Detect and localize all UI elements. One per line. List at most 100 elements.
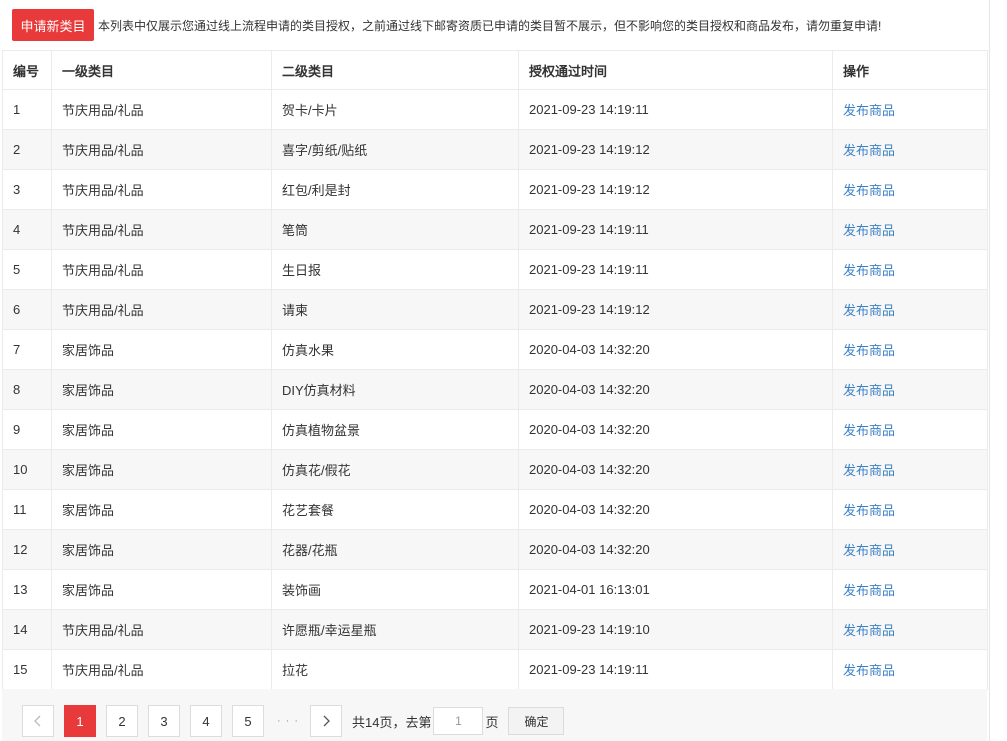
publish-product-link[interactable]: 发布商品	[843, 263, 895, 278]
goto-page-input[interactable]	[433, 707, 484, 735]
cell-level1: 家居饰品	[51, 369, 272, 410]
cell-op: 发布商品	[832, 209, 988, 250]
cell-no: 14	[2, 609, 52, 650]
page-button-3[interactable]: 3	[148, 705, 180, 737]
page-button-5[interactable]: 5	[232, 705, 264, 737]
publish-product-link[interactable]: 发布商品	[843, 503, 895, 518]
cell-level1: 家居饰品	[51, 569, 272, 610]
cell-time: 2020-04-03 14:32:20	[518, 489, 833, 530]
header-level1: 一级类目	[51, 50, 272, 90]
cell-op: 发布商品	[832, 169, 988, 210]
cell-no: 9	[2, 409, 52, 450]
page-button-1[interactable]: 1	[64, 705, 96, 737]
table-row: 10 家居饰品 仿真花/假花 2020-04-03 14:32:20 发布商品	[2, 449, 988, 490]
cell-level2: 笔筒	[271, 209, 519, 250]
header-time: 授权通过时间	[518, 50, 833, 90]
cell-op: 发布商品	[832, 369, 988, 410]
publish-product-link[interactable]: 发布商品	[843, 183, 895, 198]
cell-level1: 家居饰品	[51, 529, 272, 570]
cell-level1: 家居饰品	[51, 409, 272, 450]
publish-product-link[interactable]: 发布商品	[843, 103, 895, 118]
cell-level1: 节庆用品/礼品	[51, 89, 272, 130]
cell-op: 发布商品	[832, 489, 988, 530]
cell-time: 2021-09-23 14:19:12	[518, 289, 833, 330]
cell-level2: 仿真花/假花	[271, 449, 519, 490]
cell-level1: 节庆用品/礼品	[51, 129, 272, 170]
cell-level1: 节庆用品/礼品	[51, 169, 272, 210]
cell-op: 发布商品	[832, 89, 988, 130]
publish-product-link[interactable]: 发布商品	[843, 383, 895, 398]
publish-product-link[interactable]: 发布商品	[843, 343, 895, 358]
cell-no: 1	[2, 89, 52, 130]
publish-product-link[interactable]: 发布商品	[843, 543, 895, 558]
table-row: 4 节庆用品/礼品 笔筒 2021-09-23 14:19:11 发布商品	[2, 209, 988, 250]
apply-new-category-button[interactable]: 申请新类目	[12, 9, 94, 41]
cell-time: 2020-04-03 14:32:20	[518, 409, 833, 450]
cell-time: 2021-09-23 14:19:11	[518, 89, 833, 130]
category-table: 编号 一级类目 二级类目 授权通过时间 操作 1 节庆用品/礼品 贺卡/卡片 2021…	[2, 50, 988, 690]
cell-no: 2	[2, 129, 52, 170]
cell-op: 发布商品	[832, 649, 988, 690]
cell-time: 2020-04-03 14:32:20	[518, 529, 833, 570]
cell-op: 发布商品	[832, 609, 988, 650]
chevron-right-icon	[323, 715, 330, 727]
prev-page-button[interactable]	[22, 705, 54, 737]
page-unit-text: 页	[485, 714, 499, 730]
cell-level1: 节庆用品/礼品	[51, 289, 272, 330]
publish-product-link[interactable]: 发布商品	[843, 223, 895, 238]
publish-product-link[interactable]: 发布商品	[843, 583, 895, 598]
cell-no: 10	[2, 449, 52, 490]
header-level2: 二级类目	[271, 50, 519, 90]
cell-no: 7	[2, 329, 52, 370]
cell-level2: 生日报	[271, 249, 519, 290]
cell-level2: 拉花	[271, 649, 519, 690]
next-page-button[interactable]	[310, 705, 342, 737]
chevron-left-icon	[34, 715, 41, 727]
table-row: 5 节庆用品/礼品 生日报 2021-09-23 14:19:11 发布商品	[2, 249, 988, 290]
page-button-4[interactable]: 4	[190, 705, 222, 737]
publish-product-link[interactable]: 发布商品	[843, 463, 895, 478]
publish-product-link[interactable]: 发布商品	[843, 623, 895, 638]
cell-level2: 花艺套餐	[271, 489, 519, 530]
cell-time: 2021-09-23 14:19:11	[518, 249, 833, 290]
cell-level2: 花器/花瓶	[271, 529, 519, 570]
publish-product-link[interactable]: 发布商品	[843, 143, 895, 158]
cell-level2: 红包/利是封	[271, 169, 519, 210]
cell-op: 发布商品	[832, 329, 988, 370]
table-row: 7 家居饰品 仿真水果 2020-04-03 14:32:20 发布商品	[2, 329, 988, 370]
cell-level2: 仿真植物盆景	[271, 409, 519, 450]
table-row: 8 家居饰品 DIY仿真材料 2020-04-03 14:32:20 发布商品	[2, 369, 988, 410]
publish-product-link[interactable]: 发布商品	[843, 663, 895, 678]
cell-level1: 家居饰品	[51, 489, 272, 530]
cell-no: 6	[2, 289, 52, 330]
table-body: 1 节庆用品/礼品 贺卡/卡片 2021-09-23 14:19:11 发布商品 2 节庆用…	[2, 89, 988, 690]
publish-product-link[interactable]: 发布商品	[843, 303, 895, 318]
cell-no: 13	[2, 569, 52, 610]
cell-level1: 家居饰品	[51, 449, 272, 490]
confirm-goto-button[interactable]: 确定	[508, 707, 565, 735]
cell-op: 发布商品	[832, 409, 988, 450]
cell-op: 发布商品	[832, 569, 988, 610]
cell-level2: 喜字/剪纸/贴纸	[271, 129, 519, 170]
cell-level2: 装饰画	[271, 569, 519, 610]
cell-level1: 节庆用品/礼品	[51, 249, 272, 290]
publish-product-link[interactable]: 发布商品	[843, 423, 895, 438]
cell-time: 2021-09-23 14:19:12	[518, 169, 833, 210]
cell-level1: 节庆用品/礼品	[51, 649, 272, 690]
cell-op: 发布商品	[832, 529, 988, 570]
cell-no: 12	[2, 529, 52, 570]
page-button-2[interactable]: 2	[106, 705, 138, 737]
table-row: 6 节庆用品/礼品 请柬 2021-09-23 14:19:12 发布商品	[2, 289, 988, 330]
cell-level2: 仿真水果	[271, 329, 519, 370]
table-row: 3 节庆用品/礼品 红包/利是封 2021-09-23 14:19:12 发布商品	[2, 169, 988, 210]
cell-level1: 家居饰品	[51, 329, 272, 370]
cell-op: 发布商品	[832, 289, 988, 330]
table-row: 14 节庆用品/礼品 许愿瓶/幸运星瓶 2021-09-23 14:19:10 发布商品	[2, 609, 988, 650]
scroll-edge	[989, 0, 990, 741]
cell-time: 2021-09-23 14:19:10	[518, 609, 833, 650]
cell-time: 2021-09-23 14:19:11	[518, 209, 833, 250]
cell-time: 2020-04-03 14:32:20	[518, 329, 833, 370]
table-header-row: 编号 一级类目 二级类目 授权通过时间 操作	[2, 50, 988, 90]
header-no: 编号	[2, 50, 52, 90]
cell-no: 8	[2, 369, 52, 410]
